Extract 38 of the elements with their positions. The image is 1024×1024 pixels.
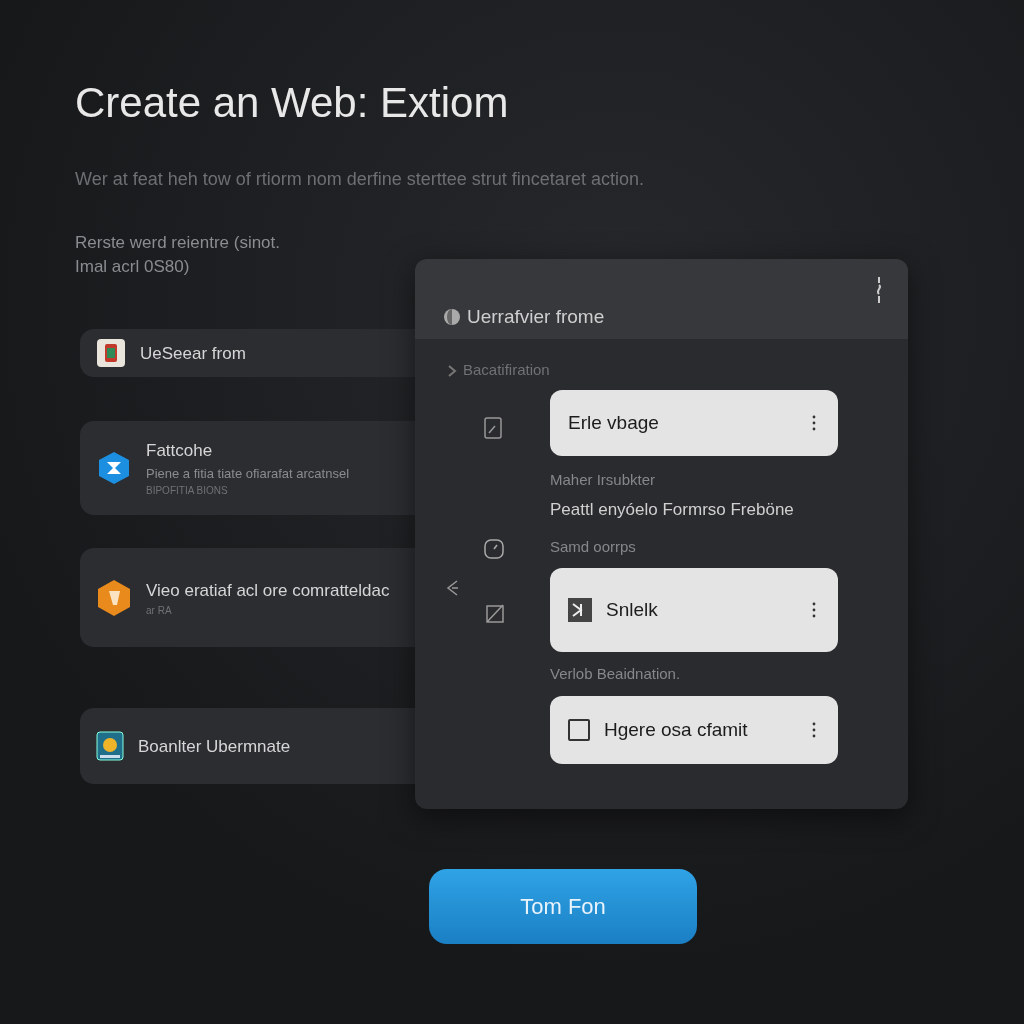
list-item[interactable]: Hgere osa cfamit: [550, 695, 838, 764]
field-label: Samd oorrps: [550, 536, 637, 557]
card-title: Vieo eratiaf acl ore comratteldac: [146, 579, 390, 602]
image-icon[interactable]: [486, 603, 504, 624]
field-label: Verlob Beaidnation.: [550, 664, 682, 684]
card-title: Fattcohe: [146, 440, 214, 463]
app-icon: [568, 598, 592, 623]
checkbox[interactable]: [568, 718, 590, 741]
back-icon[interactable]: [445, 579, 459, 598]
card-text: Piene a fitia tiate ofiarafat arcatnsel: [146, 464, 350, 483]
option-card[interactable]: Boanlter Ubermnate: [80, 708, 415, 785]
card-caption: ar RA: [146, 604, 173, 619]
chevron-icon: [447, 363, 457, 378]
section-label: Bacatifiration: [463, 360, 550, 381]
note-line: Imal acrl 0S80): [75, 256, 191, 279]
card-title: Boanlter Ubermnate: [138, 735, 291, 758]
option-card[interactable]: Vieo eratiaf acl ore comratteldac ar RA: [80, 548, 415, 648]
note-line: Rerste werd reientre (sinot.: [75, 232, 282, 255]
list-item[interactable]: Snlelk: [550, 568, 838, 653]
hexagon-icon: [96, 577, 132, 618]
card-title: UeSeear from: [140, 342, 246, 365]
item-label: Erle vbage: [568, 410, 660, 435]
page-title: Create an Web: Extiom: [75, 78, 510, 128]
option-card[interactable]: Fattcohe Piene a fitia tiate ofiarafat arcatnsel BIPOFITIA BIONS: [80, 421, 415, 516]
item-label: Hgere osa cfamit: [604, 717, 749, 742]
field-value: Peattl enyóelo Formrso Freböne: [550, 499, 795, 522]
item-label: Snlelk: [606, 598, 659, 623]
option-card[interactable]: UeSeear from: [80, 329, 415, 378]
tile-icon: [96, 338, 126, 369]
book-icon: [96, 731, 124, 762]
clock-icon[interactable]: [484, 539, 504, 560]
hexagon-icon: [96, 450, 132, 487]
subtitle: Wer at feat heh tow of rtiorm nom derfine sterttee strut fincetaret action.: [75, 168, 645, 192]
list-item[interactable]: Erle vbage: [550, 389, 838, 456]
card-caption: BIPOFITIA BIONS: [146, 484, 229, 499]
field-label: Maher Irsubkter: [550, 469, 657, 490]
edit-icon[interactable]: [484, 417, 502, 440]
panel-title-text: Uerrafvier frome: [467, 304, 605, 329]
